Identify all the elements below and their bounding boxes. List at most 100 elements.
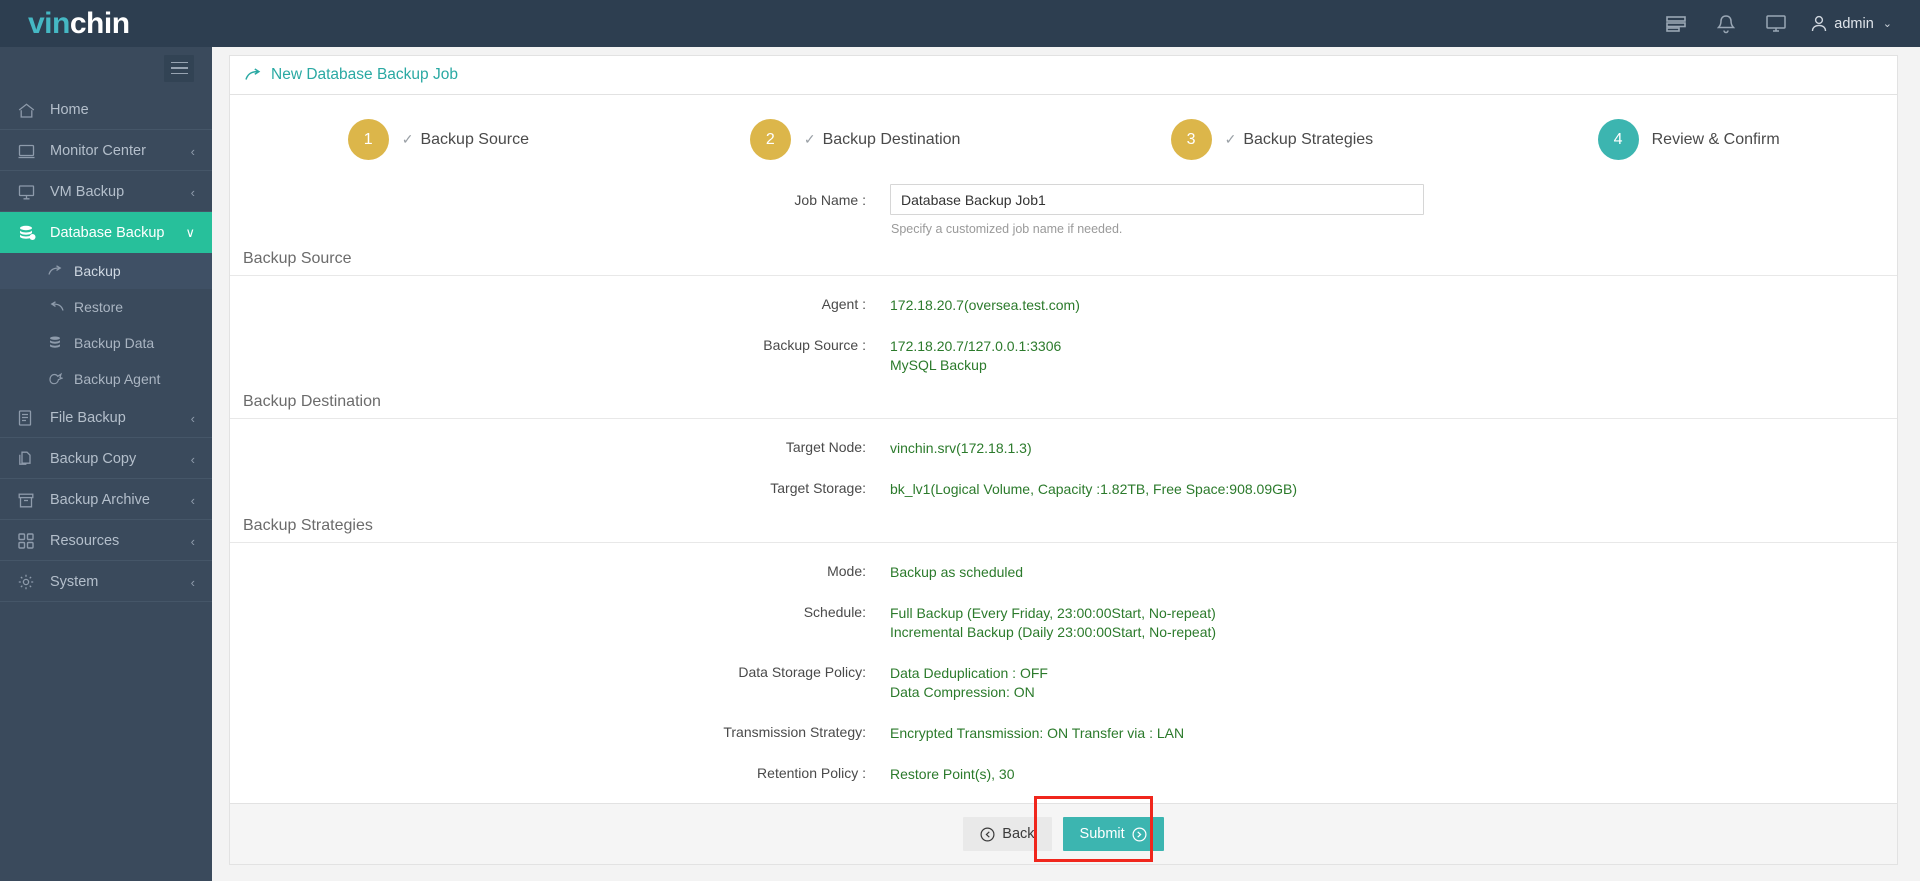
row-value: 172.18.20.7/127.0.0.1:3306 [890,338,1062,354]
notification-bell-icon[interactable] [1701,0,1751,47]
row-value: Data Deduplication : OFF [890,665,1048,681]
row-value-group: Encrypted Transmission: ON Transfer via … [890,720,1184,743]
main-content: New Database Backup Job 1 ✓ Backup Sourc… [212,47,1920,881]
row-value: 172.18.20.7(oversea.test.com) [890,297,1080,313]
row-value: Encrypted Transmission: ON Transfer via … [890,725,1185,741]
display-monitor-icon[interactable] [1751,0,1801,47]
user-menu[interactable]: admin ⌄ [1801,0,1898,47]
sidebar-item-label: File Backup [50,410,126,426]
page-title: New Database Backup Job [271,66,458,83]
step-label: Backup Destination [822,130,961,148]
hamburger-menu-icon[interactable] [164,54,194,82]
step-number-badge: 1 [347,119,389,160]
submit-button-wrap: Submit [1033,796,1164,862]
chevron-left-icon: ‹ [190,184,195,200]
wizard-step-2[interactable]: 2 ✓ Backup Destination [647,119,1064,160]
sidebar-subitem-backup-data[interactable]: Backup Data [0,325,212,361]
sidebar-subitem-restore[interactable]: Restore [0,289,212,325]
review-row-transmission-strategy: Transmission Strategy: Encrypted Transmi… [230,720,1897,743]
row-value-group: Backup as scheduled [890,559,1023,582]
review-row-schedule: Schedule: Full Backup (Every Friday, 23:… [230,600,1897,642]
chevron-left-icon: ‹ [190,410,195,426]
step-label-wrap: ✓ Backup Strategies [1225,131,1374,149]
chevron-left-icon: ‹ [190,492,195,508]
hamburger-bar [170,61,188,64]
sidebar-item-system[interactable]: System ‹ [0,561,212,602]
row-value-group: 172.18.20.7/127.0.0.1:3306 MySQL Backup [890,333,1061,375]
sidebar-item-home[interactable]: Home [0,89,212,130]
sidebar-item-database-backup[interactable]: Database Backup ∨ [0,212,212,253]
wizard-step-1[interactable]: 1 ✓ Backup Source [230,119,647,160]
arrow-right-circle-icon [1132,826,1147,842]
sidebar-item-label: Database Backup [50,225,165,241]
user-name-label: admin [1834,15,1874,32]
step-label: Backup Strategies [1243,130,1374,148]
wizard-footer: Back Submit [229,796,1898,865]
row-label: Mode: [827,563,866,579]
sidebar-subitem-backup-agent[interactable]: Backup Agent [0,361,212,397]
step-number-badge: 2 [749,119,791,160]
sidebar-item-label: Backup Copy [50,451,137,467]
row-label: Transmission Strategy: [723,724,866,740]
submit-button[interactable]: Submit [1062,817,1164,851]
page-title-bar: New Database Backup Job [229,55,1898,95]
database-stack-icon [48,336,70,350]
sidebar-item-resources[interactable]: Resources ‹ [0,520,212,561]
server-list-icon[interactable] [1651,0,1701,47]
row-value-group: bk_lv1(Logical Volume, Capacity :1.82TB,… [890,476,1297,499]
wizard-panel: 1 ✓ Backup Source 2 ✓ Backup Destination… [229,95,1898,804]
review-row-data-storage-policy: Data Storage Policy: Data Deduplication … [230,660,1897,702]
section-heading-backup-source: Backup Source [230,250,1897,276]
row-value-group: Restore Point(s), 30 [890,761,1015,784]
sidebar-subitem-label: Restore [74,299,124,315]
job-name-field-wrap: Specify a customized job name if needed. [890,184,1424,236]
step-number-badge: 4 [1597,119,1639,160]
chevron-left-icon: ‹ [190,451,195,467]
topbar-icon-group: admin ⌄ [1651,0,1920,47]
step-label: Backup Source [420,130,529,148]
sidebar-item-backup-copy[interactable]: Backup Copy ‹ [0,438,212,479]
display-icon [18,184,44,200]
row-label: Schedule: [803,604,866,620]
row-value: Full Backup (Every Friday, 23:00:00Start… [890,605,1216,621]
row-value-group: Data Deduplication : OFF Data Compressio… [890,660,1048,702]
hamburger-bar [170,72,188,75]
back-button-label: Back [1002,826,1035,842]
review-row-backup-source: Backup Source : 172.18.20.7/127.0.0.1:33… [230,333,1897,375]
job-name-row: Job Name : Specify a customized job name… [230,184,1897,236]
row-label: Target Storage: [770,480,866,496]
chevron-left-icon: ‹ [190,574,195,590]
row-value: Backup as scheduled [890,564,1024,580]
sidebar-item-label: Monitor Center [50,143,146,159]
row-value: MySQL Backup [890,357,987,373]
new-job-arrow-icon [245,68,263,82]
wizard-step-4[interactable]: 4 Review & Confirm [1480,119,1897,160]
logo-part-2: chin [69,6,130,40]
sidebar-item-backup-archive[interactable]: Backup Archive ‹ [0,479,212,520]
row-label: Data Storage Policy: [738,664,866,680]
wizard-step-3[interactable]: 3 ✓ Backup Strategies [1064,119,1481,160]
sidebar-item-monitor-center[interactable]: Monitor Center ‹ [0,130,212,171]
app-logo[interactable]: vinchin [0,6,212,40]
row-label: Retention Policy : [757,765,866,781]
job-name-label: Job Name : [794,192,866,208]
wizard-steps: 1 ✓ Backup Source 2 ✓ Backup Destination… [230,95,1897,182]
section-heading-backup-strategies: Backup Strategies [230,517,1897,543]
file-icon [18,410,44,426]
section-heading-backup-destination: Backup Destination [230,393,1897,419]
job-name-input[interactable] [890,184,1424,215]
sidebar-item-vm-backup[interactable]: VM Backup ‹ [0,171,212,212]
sidebar-subitem-label: Backup Data [74,335,155,351]
chevron-left-icon: ‹ [190,143,195,159]
sidebar-toggle-row [0,47,212,89]
chevron-down-icon: ⌄ [1882,18,1892,30]
sidebar-item-file-backup[interactable]: File Backup ‹ [0,397,212,438]
sidebar: Home Monitor Center ‹ VM Backup ‹ Databa… [0,47,212,881]
back-button[interactable]: Back [963,817,1052,851]
sidebar-subitem-backup[interactable]: Backup [0,253,212,289]
row-value-group: Full Backup (Every Friday, 23:00:00Start… [890,600,1216,642]
row-value-group: vinchin.srv(172.18.1.3) [890,435,1032,458]
row-value-group: 172.18.20.7(oversea.test.com) [890,292,1080,315]
logo-part-1: vin [28,6,70,40]
row-value: vinchin.srv(172.18.1.3) [890,440,1032,456]
